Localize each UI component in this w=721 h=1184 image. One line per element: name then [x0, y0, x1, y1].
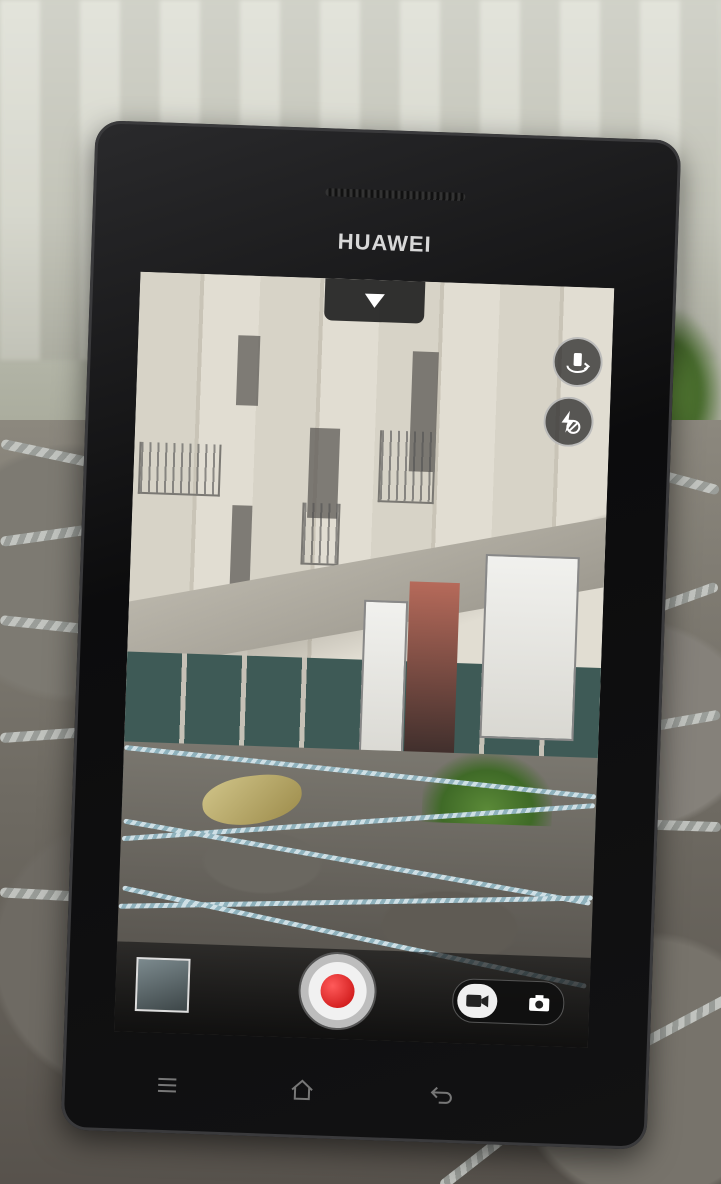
back-icon	[430, 1086, 452, 1104]
gallery-thumbnail[interactable]	[134, 957, 191, 1013]
camera-screen	[114, 271, 615, 1048]
photo-mode-button[interactable]	[527, 991, 552, 1016]
viewfinder-window	[229, 505, 253, 586]
mode-switch[interactable]	[451, 978, 566, 1026]
viewfinder-poster	[403, 581, 460, 763]
video-camera-icon	[466, 994, 489, 1008]
viewfinder-window	[235, 335, 261, 406]
viewfinder-balcony	[377, 430, 437, 505]
viewfinder-poster	[358, 599, 409, 766]
brand-logo: HUAWEI	[337, 228, 433, 257]
flash-off-icon	[561, 410, 581, 434]
back-key[interactable]	[421, 1077, 462, 1112]
home-icon	[291, 1079, 313, 1101]
viewfinder-balcony	[137, 441, 222, 497]
video-mode-button[interactable]	[456, 983, 498, 1019]
viewfinder-balcony	[300, 502, 341, 566]
home-key[interactable]	[282, 1072, 323, 1107]
record-icon	[319, 973, 356, 1009]
menu-icon	[157, 1077, 177, 1093]
record-button[interactable]	[299, 952, 376, 1030]
smartphone: HUAWEI	[60, 120, 682, 1150]
switch-camera-icon	[566, 352, 591, 374]
photo-scene: HUAWEI	[0, 0, 721, 1184]
chevron-down-icon	[364, 293, 385, 309]
navigation-keys	[61, 1055, 648, 1125]
menu-key[interactable]	[147, 1067, 188, 1102]
camera-icon	[529, 994, 550, 1012]
viewfinder-poster	[479, 553, 580, 742]
earpiece-speaker	[325, 188, 466, 202]
camera-control-bar	[114, 941, 591, 1048]
settings-drawer-handle[interactable]	[323, 278, 426, 324]
